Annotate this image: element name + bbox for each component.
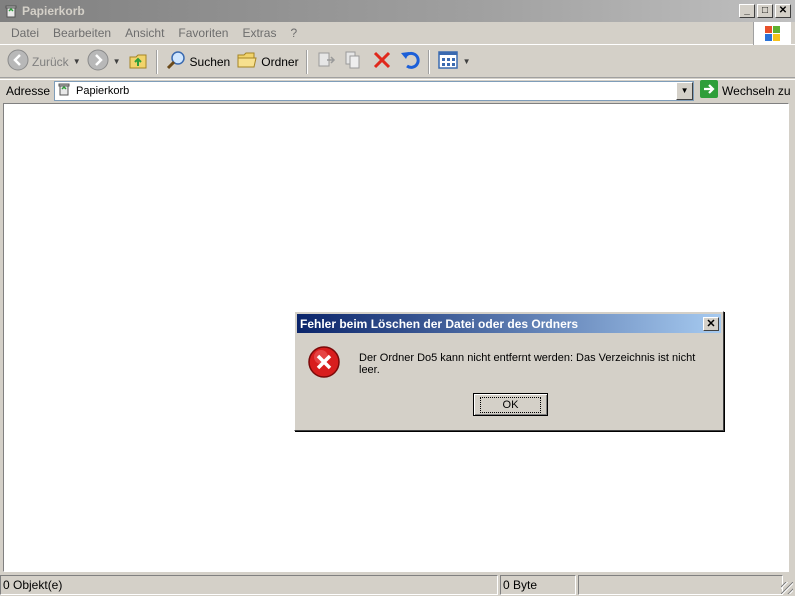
forward-dropdown-icon[interactable]: ▼	[113, 57, 121, 66]
menu-extras[interactable]: Extras	[235, 26, 283, 40]
undo-button[interactable]	[396, 48, 424, 76]
recycle-bin-icon	[57, 82, 71, 99]
close-button[interactable]: ✕	[775, 4, 791, 18]
windows-logo-icon	[753, 22, 791, 45]
error-dialog: Fehler beim Löschen der Datei oder des O…	[294, 311, 724, 431]
views-button[interactable]: ▼	[434, 48, 474, 76]
copy-to-icon	[343, 49, 365, 74]
views-icon	[437, 49, 459, 74]
menu-bar: Datei Bearbeiten Ansicht Favoriten Extra…	[0, 22, 795, 45]
go-button[interactable]: Wechseln zu	[700, 80, 791, 101]
status-objects: 0 Objekt(e)	[0, 575, 498, 595]
search-icon	[165, 49, 187, 74]
address-value: Papierkorb	[76, 84, 130, 97]
address-label: Adresse	[6, 83, 51, 98]
menu-datei[interactable]: Datei	[4, 26, 46, 40]
toolbar-separator	[427, 49, 430, 74]
folders-button[interactable]: Ordner	[233, 48, 301, 76]
back-dropdown-icon[interactable]: ▼	[73, 57, 81, 66]
back-arrow-icon	[7, 49, 29, 74]
menu-favoriten[interactable]: Favoriten	[171, 26, 235, 40]
go-label: Wechseln zu	[722, 83, 791, 98]
back-label: Zurück	[32, 54, 69, 69]
dialog-close-button[interactable]: ✕	[703, 316, 719, 331]
menu-bearbeiten[interactable]: Bearbeiten	[46, 26, 118, 40]
undo-icon	[399, 49, 421, 74]
move-to-icon	[315, 49, 337, 74]
toolbar-separator	[155, 49, 158, 74]
folder-icon	[236, 49, 258, 74]
move-to-button[interactable]	[312, 48, 340, 76]
toolbar: Zurück ▼ ▼ Suchen Ordner ▼	[0, 46, 795, 78]
title-bar: Papierkorb _ □ ✕	[0, 0, 795, 22]
delete-icon	[371, 49, 393, 74]
search-button[interactable]: Suchen	[162, 48, 234, 76]
menu-help[interactable]: ?	[283, 26, 304, 40]
window-edge	[790, 103, 795, 572]
error-icon	[307, 345, 341, 382]
status-zone	[578, 575, 783, 595]
delete-button[interactable]	[368, 48, 396, 76]
go-arrow-icon	[700, 80, 719, 101]
ok-label: OK	[479, 396, 542, 413]
copy-to-button[interactable]	[340, 48, 368, 76]
folders-label: Ordner	[261, 54, 299, 69]
up-folder-button[interactable]	[124, 48, 152, 76]
maximize-button[interactable]: □	[757, 4, 773, 18]
address-bar: Adresse Papierkorb ▼ Wechseln zu	[0, 79, 795, 101]
dialog-title-bar: Fehler beim Löschen der Datei oder des O…	[297, 314, 721, 333]
ok-button[interactable]: OK	[473, 393, 548, 416]
resize-grip[interactable]	[781, 582, 793, 594]
recycle-bin-icon	[4, 4, 18, 18]
minimize-button[interactable]: _	[739, 4, 755, 18]
back-button[interactable]: Zurück ▼	[4, 48, 84, 76]
toolbar-separator	[305, 49, 308, 74]
dialog-message: Der Ordner Do5 kann nicht entfernt werde…	[359, 351, 696, 376]
up-folder-icon	[127, 49, 149, 74]
status-size: 0 Byte	[500, 575, 576, 595]
forward-arrow-icon	[87, 49, 109, 74]
address-dropdown-button[interactable]: ▼	[676, 81, 694, 100]
address-input[interactable]: Papierkorb ▼	[54, 80, 695, 101]
menu-ansicht[interactable]: Ansicht	[118, 26, 171, 40]
search-label: Suchen	[189, 54, 231, 69]
dialog-title: Fehler beim Löschen der Datei oder des O…	[300, 316, 579, 331]
status-bar: 0 Objekt(e) 0 Byte	[0, 574, 795, 596]
window-title: Papierkorb	[22, 4, 85, 18]
views-dropdown-icon[interactable]: ▼	[463, 57, 471, 66]
forward-button[interactable]: ▼	[84, 48, 124, 76]
